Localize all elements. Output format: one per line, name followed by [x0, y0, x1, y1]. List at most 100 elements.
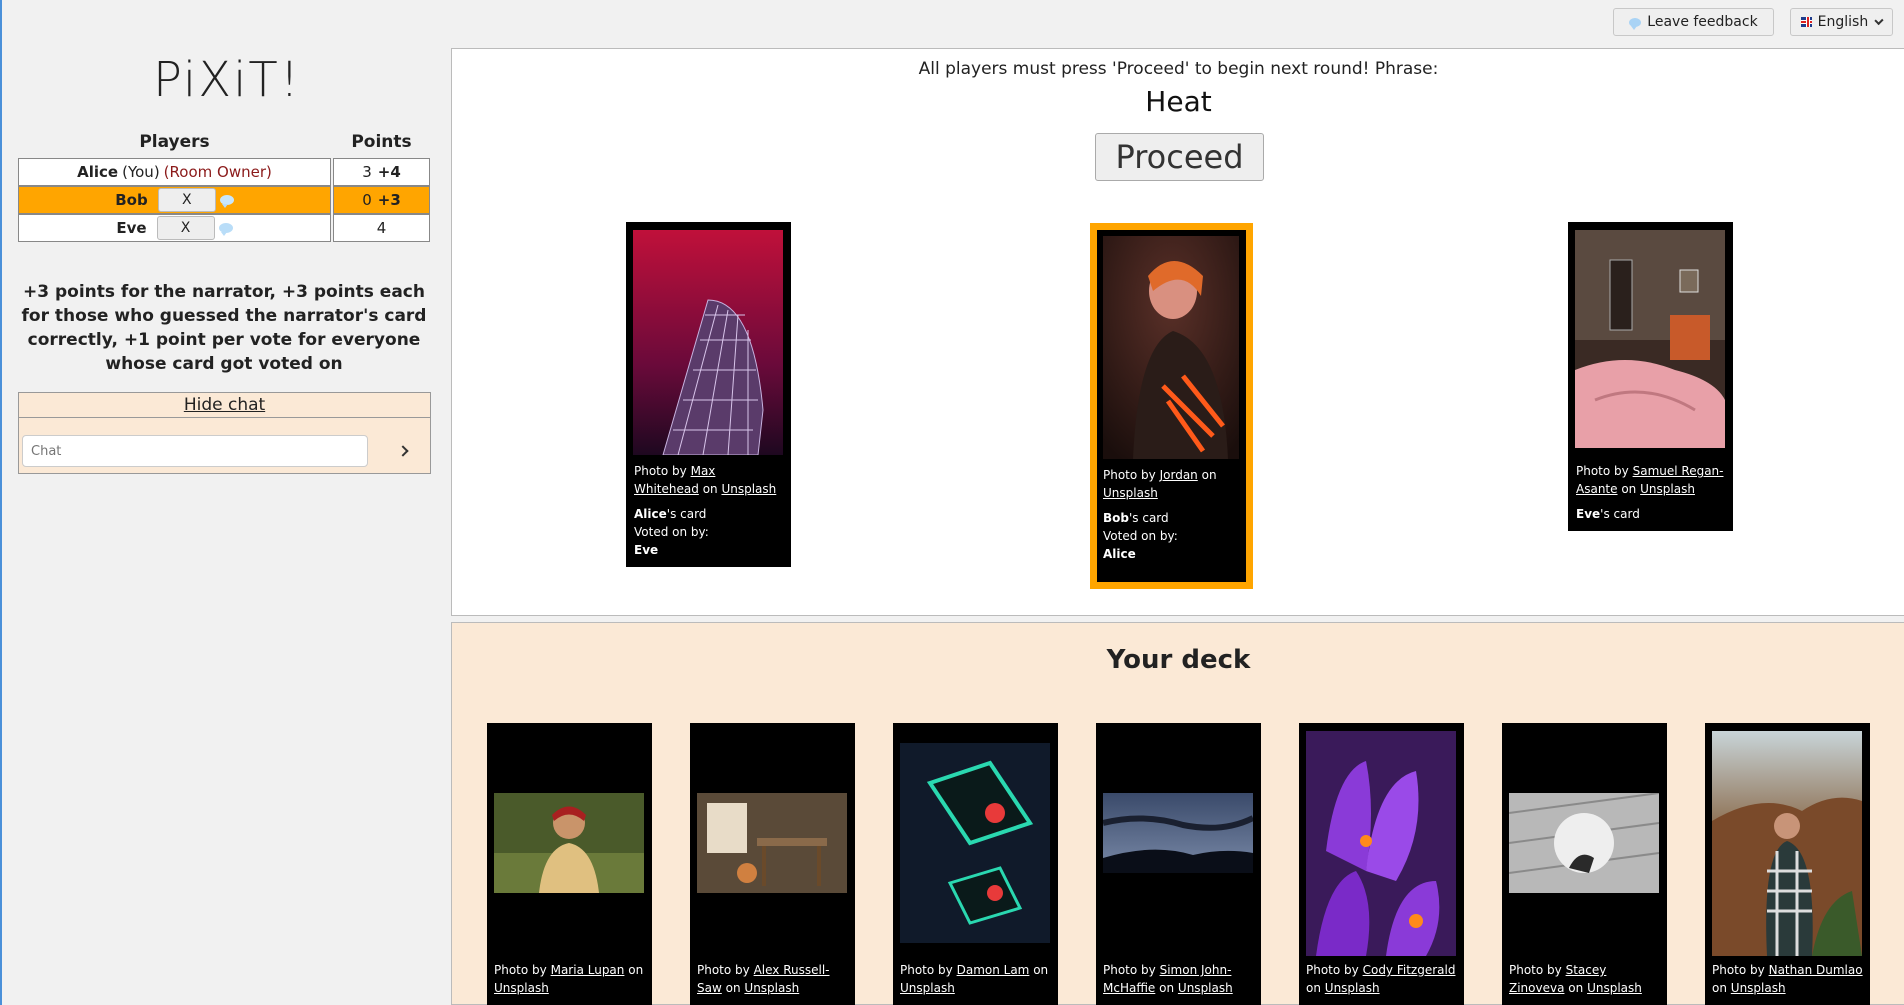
photo-credit: Photo by Maria Lupan on Unsplash — [494, 961, 646, 997]
photographer-link[interactable]: Jordan — [1160, 468, 1198, 482]
language-select[interactable]: English — [1790, 8, 1893, 36]
deck-card[interactable]: Photo by Cody Fitzgerald on Unsplash — [1299, 723, 1464, 1005]
chat-input[interactable] — [22, 435, 368, 467]
card-owner-name: Eve — [1576, 507, 1601, 521]
game-board: All players must press 'Proceed' to begi… — [451, 48, 1904, 616]
chevron-down-icon — [1874, 15, 1884, 25]
on-text: on — [628, 963, 644, 977]
played-card[interactable]: Photo by Samuel Regan-Asante on Unsplash… — [1568, 222, 1733, 531]
unsplash-link[interactable]: Unsplash — [1103, 486, 1158, 500]
player-points-cell: 3 +4 — [333, 158, 430, 186]
player-points: 3 — [362, 163, 372, 181]
deck-card[interactable]: Photo by Alex Russell-Saw on Unsplash — [690, 723, 855, 1005]
unsplash-link[interactable]: Unsplash — [1731, 981, 1786, 995]
photo-credit: Photo by Alex Russell-Saw on Unsplash — [697, 961, 849, 997]
unsplash-link[interactable]: Unsplash — [1325, 981, 1380, 995]
player-name-cell: Alice (You) (Room Owner) — [18, 158, 331, 186]
on-text: on — [725, 981, 741, 995]
player-points-cell: 4 — [333, 214, 430, 242]
kick-player-button[interactable]: X — [156, 216, 215, 240]
card-owner: Bob's card — [1103, 509, 1253, 527]
player-row: Eve X 4 — [18, 214, 430, 242]
photo-by-text: Photo by — [697, 963, 750, 977]
speech-bubble-icon — [1629, 17, 1642, 30]
photographer-link[interactable]: Cody Fitzgerald — [1363, 963, 1456, 977]
scoring-rules-text: +3 points for the narrator, +3 points ea… — [21, 282, 427, 374]
card-photo — [697, 793, 847, 893]
card-photo — [1103, 236, 1239, 459]
card-owner: Alice's card — [634, 505, 784, 523]
on-text: on — [1159, 981, 1175, 995]
round-phrase: Heat — [1145, 85, 1212, 118]
photo-credit: Photo by Jordan on Unsplash — [1103, 466, 1238, 502]
points-header: Points — [351, 132, 412, 152]
round-status-text: All players must press 'Proceed' to begi… — [918, 59, 1439, 79]
voters-list: Eve — [634, 543, 659, 557]
photo-by-text: Photo by — [494, 963, 547, 977]
player-row: Alice (You) (Room Owner) 3 +4 — [18, 158, 430, 186]
unsplash-link[interactable]: Unsplash — [1178, 981, 1233, 995]
played-card[interactable]: Photo by Max Whitehead on Unsplash Alice… — [626, 222, 791, 567]
on-text: on — [702, 482, 718, 496]
hide-chat-toggle[interactable]: Hide chat — [19, 393, 430, 418]
player-name-cell: Bob X — [18, 186, 331, 214]
chat-bubble-icon — [219, 195, 234, 208]
deck-card[interactable]: Photo by Simon John-McHaffie on Unsplash — [1096, 723, 1261, 1005]
played-card-selected[interactable]: Photo by Jordan on Unsplash Bob's card V… — [1090, 223, 1253, 589]
player-points-cell: 0 +3 — [333, 186, 430, 214]
on-text: on — [1033, 963, 1049, 977]
photo-credit: Photo by Stacey Zinoveva on Unsplash — [1509, 961, 1661, 997]
photo-credit: Photo by Simon John-McHaffie on Unsplash — [1103, 961, 1255, 997]
photo-by-text: Photo by — [634, 464, 687, 478]
card-owner-suffix: 's card — [1600, 507, 1640, 521]
unsplash-link[interactable]: Unsplash — [744, 981, 799, 995]
deck-card[interactable]: Photo by Stacey Zinoveva on Unsplash — [1502, 723, 1667, 1005]
chevron-right-icon — [397, 445, 409, 457]
photographer-link[interactable]: Maria Lupan — [551, 963, 625, 977]
proceed-button[interactable]: Proceed — [1095, 133, 1264, 181]
leave-feedback-label: Leave feedback — [1647, 14, 1758, 30]
room-owner-tag: (Room Owner) — [163, 163, 272, 181]
you-tag: (You) — [122, 163, 160, 181]
deck-card[interactable]: Photo by Damon Lam on Unsplash — [893, 723, 1058, 1005]
on-text: on — [1201, 468, 1217, 482]
deck-card[interactable]: Photo by Maria Lupan on Unsplash — [487, 723, 652, 1005]
unsplash-link[interactable]: Unsplash — [494, 981, 549, 995]
photo-credit: Photo by Nathan Dumlao on Unsplash — [1712, 961, 1864, 997]
on-text: on — [1621, 482, 1637, 496]
uk-flag-icon — [1801, 17, 1812, 27]
photographer-link[interactable]: Nathan Dumlao — [1769, 963, 1863, 977]
unsplash-link[interactable]: Unsplash — [1587, 981, 1642, 995]
player-name-cell: Eve X — [18, 214, 331, 242]
player-name: Bob — [115, 191, 148, 209]
player-name: Alice — [77, 163, 119, 181]
card-owner-name: Bob — [1103, 511, 1129, 525]
player-name: Eve — [116, 219, 147, 237]
unsplash-link[interactable]: Unsplash — [900, 981, 955, 995]
photo-credit: Photo by Samuel Regan-Asante on Unsplash — [1576, 462, 1726, 498]
card-photo — [1509, 793, 1659, 893]
on-text: on — [1712, 981, 1727, 995]
send-chat-button[interactable] — [379, 435, 427, 467]
photo-by-text: Photo by — [900, 963, 953, 977]
unsplash-link[interactable]: Unsplash — [1640, 482, 1695, 496]
kick-player-button[interactable]: X — [157, 188, 216, 212]
photo-credit: Photo by Damon Lam on Unsplash — [900, 961, 1052, 997]
card-owner-name: Alice — [634, 507, 667, 521]
unsplash-link[interactable]: Unsplash — [721, 482, 776, 496]
deck-card[interactable]: Photo by Nathan Dumlao on Unsplash — [1705, 723, 1870, 1005]
leave-feedback-button[interactable]: Leave feedback — [1613, 8, 1774, 36]
player-points: 4 — [376, 219, 387, 237]
card-photo — [1306, 731, 1456, 956]
on-text: on — [1306, 981, 1321, 995]
app-logo: PiXiT! — [152, 52, 301, 108]
photo-by-text: Photo by — [1576, 464, 1629, 478]
points-delta: +3 — [377, 191, 401, 209]
photographer-link[interactable]: Damon Lam — [957, 963, 1030, 977]
photo-credit: Photo by Cody Fitzgerald on Unsplash — [1306, 961, 1458, 997]
card-photo — [494, 793, 644, 893]
card-photo — [1575, 230, 1725, 448]
photo-credit: Photo by Max Whitehead on Unsplash — [634, 462, 784, 498]
photo-by-text: Photo by — [1509, 963, 1562, 977]
deck-title: Your deck — [1106, 645, 1251, 675]
